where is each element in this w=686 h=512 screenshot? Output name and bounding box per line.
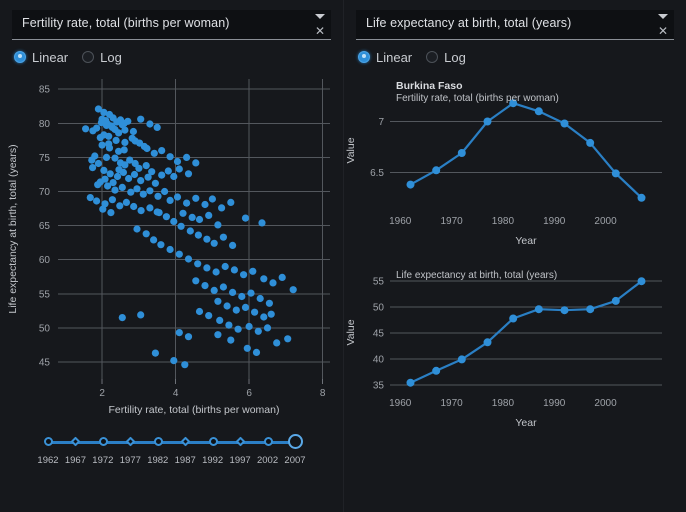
series-points[interactable] xyxy=(406,99,646,202)
year-slider-label: 1977 xyxy=(119,455,141,466)
year-slider-handle-1997[interactable] xyxy=(235,436,246,447)
scale-option-log-label: Log xyxy=(100,49,122,65)
right-panel: Life expectancy at birth, total (years) … xyxy=(343,0,686,512)
year-slider-line xyxy=(48,441,295,444)
year-slider-label: 1962 xyxy=(37,455,59,466)
x-axis-title: Year xyxy=(515,235,537,247)
year-slider-label: 1982 xyxy=(147,455,169,466)
right-scale-options: Linear Log xyxy=(358,47,686,67)
chart-title: Burkina Faso xyxy=(396,80,463,92)
y-tick-label: 85 xyxy=(39,85,51,96)
chevron-down-icon[interactable] xyxy=(658,13,668,21)
y-tick-label: 6.5 xyxy=(370,168,384,179)
x-tick-label: 2000 xyxy=(594,398,617,409)
y-variable-value: Life expectancy at birth, total (years) xyxy=(366,16,572,30)
chart-subtitle: Life expectancy at birth, total (years) xyxy=(396,270,557,281)
radio-log-icon[interactable] xyxy=(426,51,439,63)
close-icon[interactable]: ✕ xyxy=(657,25,669,37)
x-axis-title: Year xyxy=(515,417,537,429)
scale-option-linear[interactable]: Linear xyxy=(358,50,412,65)
year-slider-label: 1997 xyxy=(229,455,251,466)
fertility-line-chart[interactable]: 6.5 7 1960 1970 1980 1990 2000 Burkina FasoFert… xyxy=(344,67,686,257)
y-tick-label: 35 xyxy=(373,380,385,391)
x-tick-label: 4 xyxy=(173,388,179,399)
year-slider-handle-1992[interactable] xyxy=(208,437,218,446)
close-icon[interactable]: ✕ xyxy=(314,25,326,37)
year-slider-handle-2007[interactable] xyxy=(288,434,303,449)
year-slider-handle-1962[interactable] xyxy=(44,437,53,446)
y-tick-label: 60 xyxy=(39,255,51,266)
x-tick-label: 1980 xyxy=(492,216,515,227)
series-line xyxy=(409,280,643,384)
x-tick-label: 1980 xyxy=(492,398,515,409)
app-root: Fertility rate, total (births per woman)… xyxy=(0,0,686,512)
y-tick-label: 45 xyxy=(39,357,51,368)
y-tick-label: 55 xyxy=(39,289,51,300)
y-tick-label: 45 xyxy=(373,329,385,340)
chevron-down-icon[interactable] xyxy=(315,13,325,21)
series-line xyxy=(409,102,643,199)
year-slider-label: 2002 xyxy=(256,455,279,466)
y-tick-label: 7 xyxy=(378,117,384,128)
year-slider-handle-2002[interactable] xyxy=(263,437,273,446)
series-points[interactable] xyxy=(406,277,646,387)
year-slider-label: 1967 xyxy=(64,455,87,466)
scatter-y-axis-title: Life expectancy at birth, total (years) xyxy=(7,144,19,313)
chart-subtitle: Fertility rate, total (births per woman) xyxy=(396,93,559,104)
year-slider-handle-1987[interactable] xyxy=(180,436,191,447)
year-slider-label: 1987 xyxy=(174,455,196,466)
y-tick-label: 50 xyxy=(373,303,385,314)
year-slider-handle-1982[interactable] xyxy=(153,437,163,446)
year-slider-handle-1967[interactable] xyxy=(70,436,81,447)
y-tick-label: 75 xyxy=(39,153,51,164)
scale-option-linear[interactable]: Linear xyxy=(14,50,68,65)
x-tick-label: 8 xyxy=(320,388,326,399)
y-axis-title: Value xyxy=(345,137,357,163)
year-slider-labels: 1962 1967 1972 1977 1982 1987 1992 1997 2002 2007 xyxy=(37,455,306,469)
y-tick-label: 40 xyxy=(373,354,385,365)
y-tick-label: 80 xyxy=(39,119,51,130)
year-slider-label: 1972 xyxy=(92,455,114,466)
scale-option-linear-label: Linear xyxy=(32,49,69,65)
year-slider-handle-1972[interactable] xyxy=(98,437,108,446)
scale-option-linear-label: Linear xyxy=(376,49,413,65)
scatter-x-axis-title: Fertility rate, total (births per woman) xyxy=(109,404,280,416)
x-tick-label: 1990 xyxy=(543,398,566,409)
y-axis-title: Value xyxy=(345,319,357,345)
year-slider-handle-1977[interactable] xyxy=(125,436,136,447)
y-tick-label: 65 xyxy=(39,221,51,232)
scale-option-log[interactable]: Log xyxy=(426,50,466,65)
x-tick-label: 1960 xyxy=(389,398,412,409)
left-panel: Fertility rate, total (births per woman)… xyxy=(0,0,343,512)
radio-log-icon[interactable] xyxy=(82,51,95,63)
scale-option-log[interactable]: Log xyxy=(82,50,122,65)
x-tick-label: 1970 xyxy=(440,216,463,227)
left-scale-options: Linear Log xyxy=(14,47,343,67)
life-expectancy-line-chart[interactable]: 35 40 45 50 55 1960 1970 1980 1990 2000 Life expec… xyxy=(344,257,686,452)
x-variable-selector[interactable]: Fertility rate, total (births per woman)… xyxy=(12,10,331,40)
scale-option-log-label: Log xyxy=(444,49,466,65)
y-tick-label: 55 xyxy=(373,277,385,288)
year-slider[interactable]: 1962 1967 1972 1977 1982 1987 1992 1997 2002 2007 xyxy=(0,432,343,469)
x-tick-label: 2 xyxy=(99,388,105,399)
radio-linear-icon[interactable] xyxy=(14,51,26,63)
x-tick-label: 2000 xyxy=(594,216,617,227)
scatter-points[interactable] xyxy=(82,105,297,369)
y-variable-selector[interactable]: Life expectancy at birth, total (years) … xyxy=(356,10,674,40)
x-tick-label: 6 xyxy=(246,388,252,399)
x-tick-label: 1990 xyxy=(543,216,566,227)
radio-linear-icon[interactable] xyxy=(358,51,370,63)
year-slider-track[interactable] xyxy=(40,432,303,452)
year-slider-label: 1992 xyxy=(202,455,224,466)
year-slider-label: 2007 xyxy=(284,455,306,466)
x-variable-value: Fertility rate, total (births per woman) xyxy=(22,16,230,30)
y-tick-label: 50 xyxy=(39,323,51,334)
y-tick-label: 70 xyxy=(39,187,51,198)
x-tick-label: 1970 xyxy=(440,398,463,409)
x-tick-label: 1960 xyxy=(389,216,412,227)
scatter-plot[interactable]: 45 50 55 60 65 70 75 80 85 2 4 6 8 Fertility rate, to… xyxy=(0,67,343,422)
